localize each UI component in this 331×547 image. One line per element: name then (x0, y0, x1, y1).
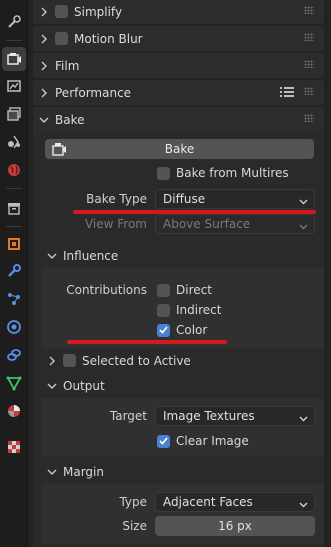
panel-simplify-label: Simplify (74, 4, 123, 19)
list-options-icon[interactable] (280, 86, 294, 101)
drag-handle-icon[interactable] (304, 60, 314, 68)
bake-type-dropdown[interactable]: Diffuse (155, 189, 315, 209)
chevron-right-icon (33, 34, 55, 44)
margin-type-label: Type (119, 495, 147, 509)
contributions-label: Contributions (66, 283, 147, 297)
chevron-down-icon (41, 468, 63, 476)
bake-from-multires-checkbox[interactable] (157, 166, 170, 180)
color-label: Color (176, 323, 208, 337)
color-checkbox[interactable] (157, 323, 170, 337)
bake-type-value: Diffuse (163, 192, 206, 206)
material-icon[interactable] (2, 399, 26, 423)
selected-to-active-checkbox[interactable] (63, 354, 76, 367)
annotation-underline (67, 340, 227, 344)
scene-icon[interactable] (2, 130, 26, 154)
object-icon[interactable] (2, 232, 26, 256)
target-value: Image Textures (163, 409, 255, 423)
selected-to-active-header[interactable]: Selected to Active (33, 348, 324, 373)
chevron-down-icon (41, 252, 63, 260)
panel-motion-blur-label: Motion Blur (74, 31, 143, 46)
view-layer-icon[interactable] (2, 102, 26, 126)
chevron-down-icon (41, 382, 63, 390)
chevron-down-icon (299, 498, 308, 512)
checkmark-icon (159, 326, 168, 334)
panel-performance-label: Performance (55, 85, 132, 100)
output-subpanel-header[interactable]: Output (33, 373, 324, 398)
bake-icon (51, 142, 67, 159)
chevron-right-icon (41, 356, 63, 366)
chevron-right-icon (33, 7, 55, 17)
bake-from-multires-row[interactable]: Bake from Multires (157, 166, 289, 180)
bake-from-multires-label: Bake from Multires (176, 166, 289, 180)
output-icon[interactable] (2, 74, 26, 98)
constraints-icon[interactable] (2, 343, 26, 367)
color-row[interactable]: Color (157, 323, 207, 337)
physics-icon[interactable] (2, 315, 26, 339)
target-dropdown[interactable]: Image Textures (155, 406, 315, 426)
indirect-label: Indirect (176, 303, 222, 317)
view-from-dropdown[interactable]: Above Surface (155, 214, 315, 234)
drag-handle-icon[interactable] (304, 114, 314, 122)
tool-icon[interactable] (2, 10, 26, 34)
panel-simplify-header[interactable]: Simplify (33, 0, 324, 24)
selected-to-active-label: Selected to Active (82, 353, 191, 368)
checkmark-icon (159, 437, 168, 445)
margin-type-dropdown[interactable]: Adjacent Faces (155, 492, 315, 512)
panel-film-label: Film (55, 58, 80, 73)
output-label: Output (63, 378, 105, 393)
drag-handle-icon[interactable] (304, 6, 314, 14)
particles-icon[interactable] (2, 287, 26, 311)
motion-blur-checkbox[interactable] (55, 32, 68, 45)
chevron-down-icon (299, 412, 308, 426)
panel-bake-header[interactable]: Bake (33, 107, 324, 132)
direct-label: Direct (176, 283, 212, 297)
margin-size-label: Size (122, 519, 147, 533)
collection-icon[interactable] (2, 196, 26, 220)
chevron-down-icon (33, 116, 55, 124)
drag-handle-icon[interactable] (304, 33, 314, 41)
margin-size-value: 16 px (218, 519, 252, 533)
view-from-label: View From (84, 217, 147, 231)
render-icon[interactable] (2, 47, 26, 71)
chevron-right-icon (33, 88, 55, 98)
chevron-right-icon (33, 61, 55, 71)
clear-image-label: Clear Image (176, 434, 249, 448)
data-icon[interactable] (2, 371, 26, 395)
world-icon[interactable] (2, 158, 26, 182)
panel-motion-blur-header[interactable]: Motion Blur (33, 26, 324, 51)
modifier-icon[interactable] (2, 259, 26, 283)
drag-handle-icon[interactable] (304, 87, 314, 95)
margin-type-value: Adjacent Faces (163, 495, 253, 509)
chevron-down-icon (299, 195, 308, 209)
chevron-down-icon (299, 220, 308, 234)
clear-image-row[interactable]: Clear Image (157, 434, 249, 448)
clear-image-checkbox[interactable] (157, 434, 170, 448)
bake-button-label: Bake (164, 142, 195, 156)
panel-film-header[interactable]: Film (33, 53, 324, 78)
direct-row[interactable]: Direct (157, 283, 212, 297)
view-from-value: Above Surface (163, 217, 251, 231)
simplify-checkbox[interactable] (55, 5, 68, 18)
panel-performance-header[interactable]: Performance (33, 80, 324, 105)
margin-label: Margin (63, 464, 104, 479)
bake-type-label: Bake Type (86, 192, 147, 206)
influence-label: Influence (63, 248, 119, 263)
bake-button[interactable]: Bake (45, 139, 314, 159)
properties-tab-bar (0, 0, 28, 547)
target-label: Target (109, 409, 147, 423)
texture-icon[interactable] (2, 435, 26, 459)
influence-subpanel-header[interactable]: Influence (33, 243, 324, 268)
margin-subpanel-header[interactable]: Margin (33, 459, 324, 484)
indirect-checkbox[interactable] (157, 303, 170, 317)
direct-checkbox[interactable] (157, 283, 170, 297)
panel-bake-label: Bake (55, 112, 85, 127)
margin-size-field[interactable]: 16 px (155, 516, 315, 536)
indirect-row[interactable]: Indirect (157, 303, 221, 317)
